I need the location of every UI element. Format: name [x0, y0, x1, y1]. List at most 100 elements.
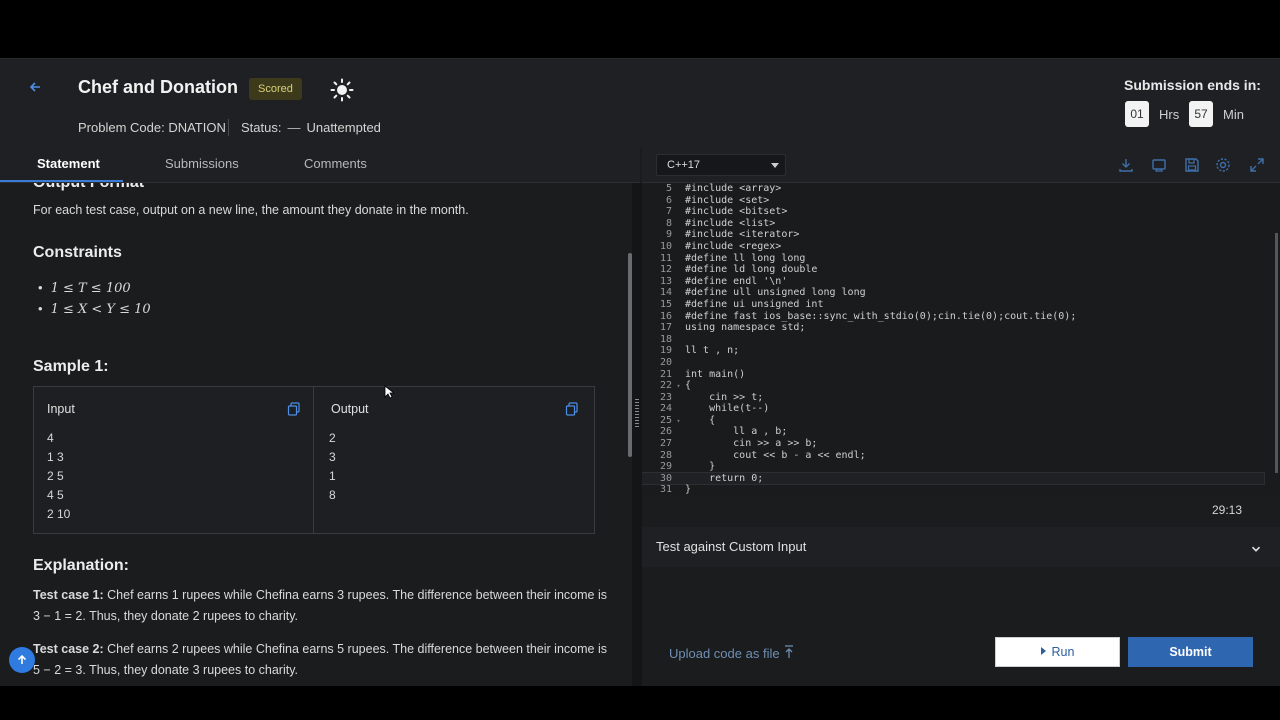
- code-text: }: [685, 484, 692, 495]
- code-text: {: [685, 414, 716, 426]
- save-icon[interactable]: [1184, 157, 1200, 173]
- explanation-heading: Explanation:: [33, 557, 130, 574]
- editor-actions: Upload code as file Run Submit: [642, 627, 1280, 686]
- code-line[interactable]: 20: [642, 357, 1264, 369]
- sample-output-line: 8: [329, 488, 336, 502]
- language-value: C++17: [667, 159, 701, 171]
- sample-output-line: 2: [329, 431, 336, 445]
- code-text: cin >> a >> b;: [685, 438, 818, 450]
- code-line[interactable]: 28 cout << b - a << endl;: [642, 450, 1264, 462]
- status-value: Unattempted: [306, 120, 381, 135]
- code-line[interactable]: 10 #include <regex>: [642, 241, 1264, 253]
- sun-icon[interactable]: [330, 78, 354, 102]
- tab-comments[interactable]: Comments: [304, 147, 367, 183]
- back-arrow-icon[interactable]: [24, 79, 46, 101]
- code-line[interactable]: 18: [642, 334, 1264, 346]
- problem-statement: Output Format For each test case, output…: [0, 183, 632, 686]
- code-text: #define ui unsigned int: [685, 298, 824, 310]
- line-number: 30: [659, 472, 672, 484]
- sample-input-line: 4 5: [47, 488, 64, 502]
- code-editor[interactable]: 5 #include <array> 6 #include <set> 7 #includ…: [642, 183, 1280, 495]
- code-line[interactable]: 14 #define ull unsigned long long: [642, 287, 1264, 299]
- code-line[interactable]: 13 #define endl '\n': [642, 276, 1264, 288]
- problem-title: Chef and Donation: [78, 77, 238, 97]
- code-line[interactable]: 8 #include <list>: [642, 218, 1264, 230]
- sample-output-label: Output: [331, 402, 369, 416]
- status-dash: —: [287, 120, 301, 135]
- code-line[interactable]: 26 ll a , b;: [642, 426, 1264, 438]
- test1-line1: Chef earns 1 rupees while Chefina earns …: [107, 588, 607, 602]
- active-tab-indicator: [0, 180, 123, 182]
- code-lines[interactable]: 5 #include <array> 6 #include <set> 7 #includ…: [642, 183, 1265, 495]
- upload-code-link[interactable]: Upload code as file: [669, 646, 780, 661]
- code-line[interactable]: 6 #include <set>: [642, 195, 1264, 207]
- download-icon[interactable]: [1118, 157, 1134, 173]
- copy-icon[interactable]: [565, 402, 579, 416]
- cursor-position: 29:13: [1212, 503, 1243, 517]
- line-number: 16: [659, 310, 672, 322]
- timer-minutes-unit: Min: [1223, 107, 1244, 122]
- scroll-to-top-button[interactable]: [9, 647, 35, 673]
- sample-input-line: 4: [47, 431, 54, 445]
- line-number: 11: [659, 252, 672, 264]
- code-text: ll a , b;: [685, 426, 788, 438]
- tab-submissions[interactable]: Submissions: [165, 147, 239, 183]
- test1-label: Test case 1:: [33, 588, 104, 602]
- timer-minutes: 57: [1189, 101, 1213, 127]
- code-line[interactable]: 16 #define fast ios_base::sync_with_stdio…: [642, 311, 1264, 323]
- code-line[interactable]: 12 #define ld long double: [642, 264, 1264, 276]
- code-line[interactable]: 23 cin >> t;: [642, 392, 1264, 404]
- settings-icon[interactable]: [1215, 157, 1231, 173]
- copy-icon[interactable]: [287, 402, 301, 416]
- line-number: 15: [659, 298, 672, 310]
- custom-input-toggle[interactable]: Test against Custom Input: [642, 527, 1280, 567]
- language-select[interactable]: C++17: [656, 154, 786, 176]
- sample-output-column: Output 2 3 1 8: [315, 387, 595, 533]
- code-text: {: [685, 380, 692, 392]
- code-text: #include <iterator>: [685, 229, 800, 241]
- console-icon[interactable]: [1151, 157, 1167, 173]
- code-text: return 0;: [685, 472, 764, 484]
- code-text: #include <list>: [685, 217, 776, 229]
- code-line[interactable]: 24 while(t--): [642, 403, 1264, 415]
- code-line[interactable]: 9 #include <iterator>: [642, 229, 1264, 241]
- editor-scrollbar[interactable]: [1275, 233, 1278, 473]
- code-line[interactable]: 5 #include <array>: [642, 183, 1264, 195]
- status-label: Status:: [241, 120, 282, 135]
- run-button[interactable]: Run: [995, 637, 1120, 667]
- code-line[interactable]: 17 using namespace std;: [642, 322, 1264, 334]
- code-line[interactable]: 21 int main(): [642, 369, 1264, 381]
- submit-button[interactable]: Submit: [1128, 637, 1253, 667]
- line-number: 31: [659, 484, 672, 495]
- code-line[interactable]: 27 cin >> a >> b;: [642, 438, 1264, 450]
- splitter-grip-icon[interactable]: [635, 399, 639, 429]
- meta-divider: [228, 119, 229, 136]
- problem-header: Chef and Donation Scored Problem Code: D…: [0, 59, 1280, 147]
- constraint-item: 1 ≤ X < Y ≤ 10: [38, 301, 151, 317]
- sample-output-lines: 2 3 1 8: [329, 429, 336, 505]
- code-line[interactable]: 7 #include <bitset>: [642, 206, 1264, 218]
- code-line[interactable]: 25 ▾ {: [642, 415, 1264, 427]
- line-number: 20: [659, 356, 672, 368]
- code-line[interactable]: 11 #define ll long long: [642, 253, 1264, 265]
- tab-statement[interactable]: Statement: [37, 147, 100, 183]
- sample-input-line: 2 10: [47, 507, 71, 521]
- code-line[interactable]: 15 #define ui unsigned int: [642, 299, 1264, 311]
- code-line[interactable]: 29 }: [642, 461, 1264, 473]
- test2-line1: Chef earns 2 rupees while Chefina earns …: [107, 642, 607, 656]
- code-text: using namespace std;: [685, 322, 806, 334]
- code-line[interactable]: 22 ▾{: [642, 380, 1264, 392]
- line-number: 24: [659, 403, 672, 415]
- code-line[interactable]: 31}: [642, 484, 1264, 495]
- sample-input-lines: 4 1 3 2 5 4 5 2 10: [47, 429, 70, 524]
- panel-splitter[interactable]: [632, 183, 642, 686]
- expand-icon[interactable]: [1249, 157, 1265, 173]
- line-number: 19: [659, 345, 672, 357]
- line-number: 28: [659, 449, 672, 461]
- line-number: 23: [659, 391, 672, 403]
- upload-icon[interactable]: [782, 644, 796, 660]
- code-line[interactable]: 19 ll t , n;: [642, 345, 1264, 357]
- code-line[interactable]: 30 return 0;: [642, 471, 1265, 486]
- constraint-text: 1 ≤ X < Y ≤ 10: [50, 302, 151, 317]
- line-number: 6: [665, 194, 672, 206]
